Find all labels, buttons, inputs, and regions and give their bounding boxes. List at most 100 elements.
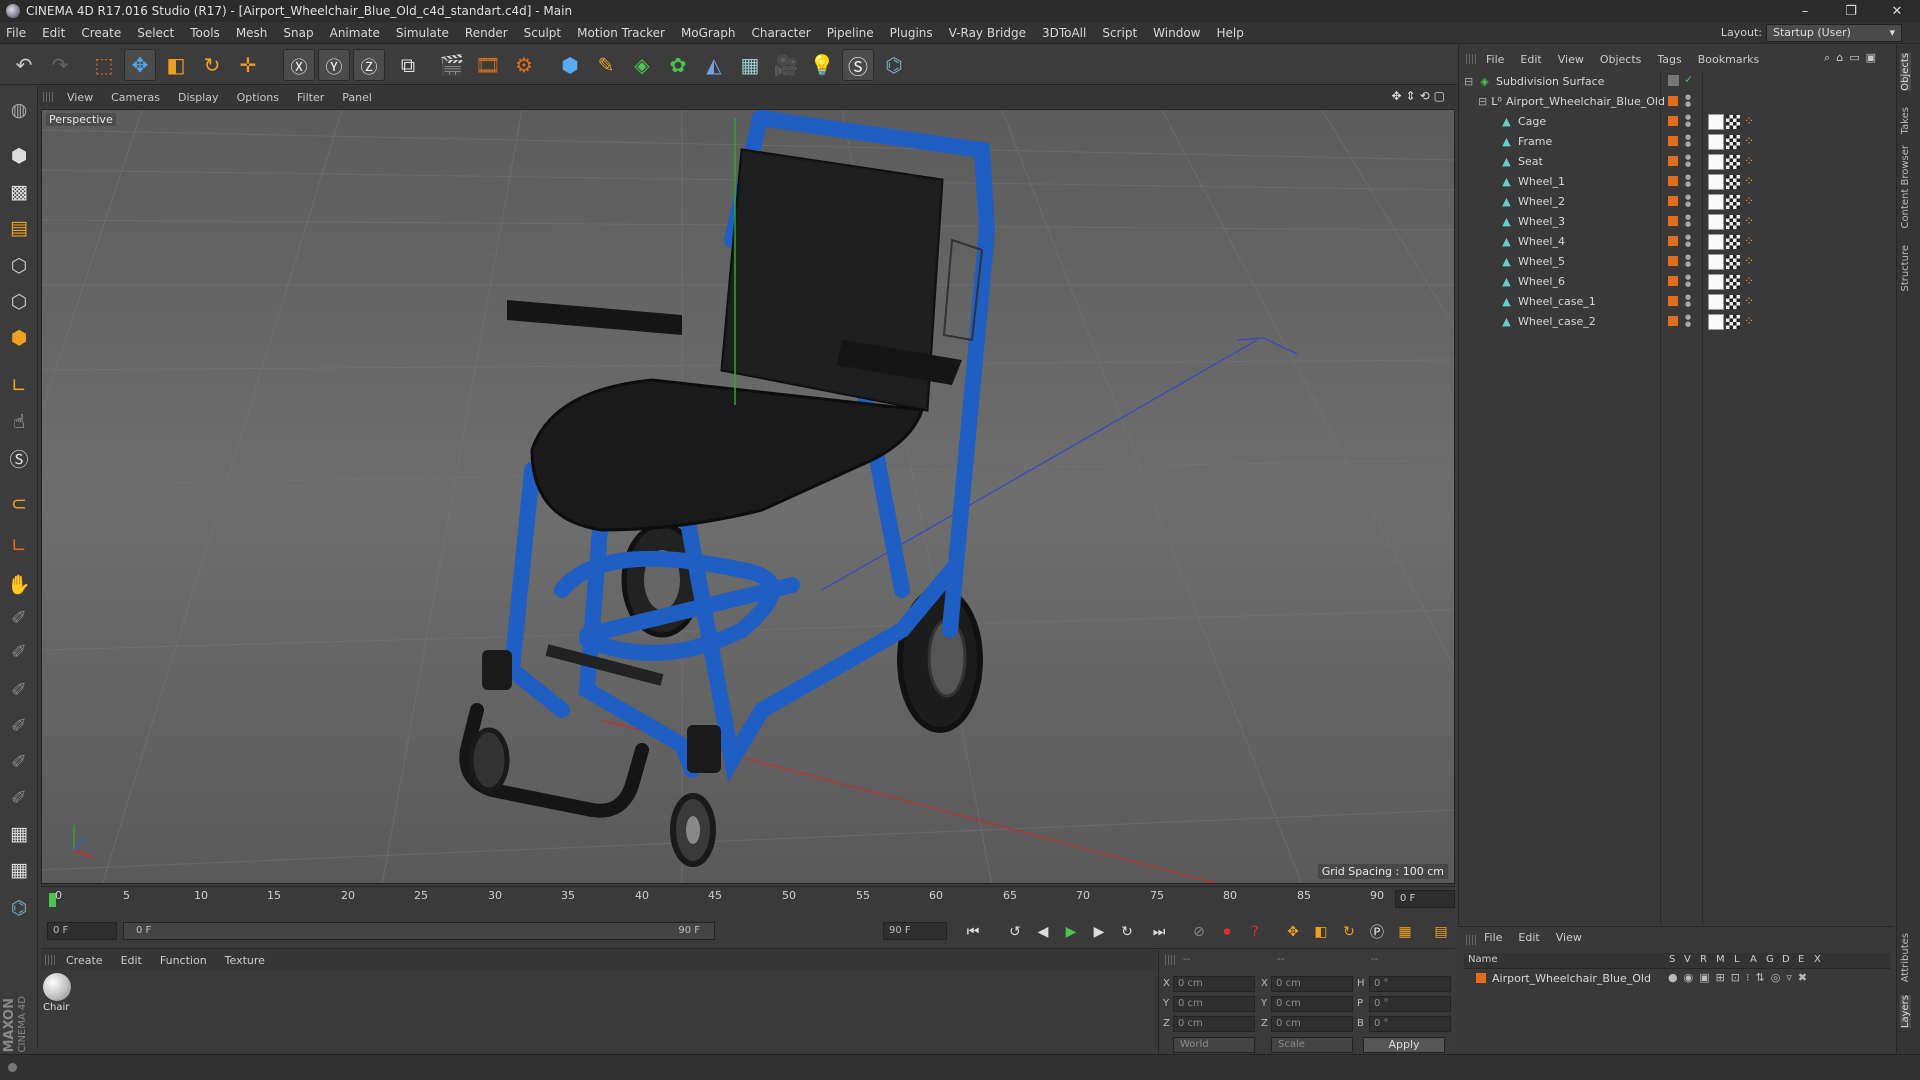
pen-spline-icon[interactable]: ✎: [590, 49, 622, 81]
om-menu-tags[interactable]: Tags: [1657, 53, 1681, 66]
column-name[interactable]: Name: [1468, 954, 1498, 965]
start-frame-field[interactable]: 0 F: [47, 922, 117, 940]
visibility-dots-icon[interactable]: ● ●: [1685, 314, 1691, 328]
visibility-dots-icon[interactable]: ● ●: [1685, 214, 1691, 228]
viewport-menu-options[interactable]: Options: [237, 91, 279, 104]
key-position-icon[interactable]: ✥: [1281, 920, 1305, 944]
timeline-ruler[interactable]: 0 5 10 15 20 25 30 35 40 45 50 55 60 65 …: [41, 886, 1455, 912]
visibility-dots-icon[interactable]: ● ●: [1685, 114, 1691, 128]
material-tag-icon[interactable]: ⁘: [1744, 174, 1754, 188]
minimize-button[interactable]: –: [1782, 0, 1828, 22]
column-render[interactable]: R: [1700, 954, 1707, 965]
menu-animate[interactable]: Animate: [330, 26, 380, 40]
light-icon[interactable]: 💡: [806, 49, 838, 81]
viewport-menu-display[interactable]: Display: [178, 91, 219, 104]
material-tag-icon[interactable]: ⁘: [1744, 154, 1754, 168]
close-button[interactable]: ✕: [1874, 0, 1920, 22]
y-axis-icon[interactable]: Ⓨ: [318, 49, 350, 81]
object-row-subdivision-surface[interactable]: ⊟ ◈ Subdivision Surface ✓: [1460, 72, 1896, 92]
menu-edit[interactable]: Edit: [42, 26, 65, 40]
layer-color-swatch[interactable]: [1668, 216, 1678, 226]
points-mode-icon[interactable]: ⬡: [3, 250, 35, 282]
coordinate-mode-dropdown[interactable]: World: [1173, 1037, 1255, 1053]
goto-end-icon[interactable]: ⏭: [1147, 920, 1171, 944]
menu-select[interactable]: Select: [137, 26, 174, 40]
key-param-icon[interactable]: Ⓟ: [1365, 920, 1389, 944]
visibility-dots-icon[interactable]: ● ●: [1685, 294, 1691, 308]
deformer-icon[interactable]: ◭: [698, 49, 730, 81]
make-editable-icon[interactable]: ◍: [3, 94, 35, 126]
lm-menu-view[interactable]: View: [1556, 931, 1582, 944]
lm-menu-edit[interactable]: Edit: [1518, 931, 1539, 944]
menu-help[interactable]: Help: [1216, 26, 1243, 40]
om-menu-edit[interactable]: Edit: [1520, 53, 1541, 66]
timeline-window-icon[interactable]: ▤: [1429, 920, 1453, 944]
phong-tag-icon[interactable]: [1708, 254, 1724, 270]
redo-icon[interactable]: ↷: [44, 49, 76, 81]
texture-tag-icon[interactable]: [1726, 115, 1740, 129]
rotation-h-field[interactable]: 0 °: [1369, 976, 1451, 992]
object-row-wheelchair[interactable]: ⊟ L⁰ Airport_Wheelchair_Blue_Old ● ●: [1460, 92, 1896, 112]
smooth-tool-icon[interactable]: ✐: [3, 782, 35, 814]
rotation-b-field[interactable]: 0 °: [1369, 1016, 1451, 1032]
panel-grip-icon[interactable]: [43, 92, 53, 102]
polygons-mode-icon[interactable]: ⬢: [3, 322, 35, 354]
viewport-camera-label[interactable]: Perspective: [46, 113, 116, 126]
frame-range-slider[interactable]: 0 F 90 F: [123, 922, 715, 940]
panel-grip-icon[interactable]: [45, 955, 55, 965]
column-manager[interactable]: M: [1716, 954, 1725, 965]
layer-row[interactable]: Airport_Wheelchair_Blue_Old ●◉▣⊞⊡⁝⇅◎▿✖: [1464, 970, 1890, 988]
object-row-wheel-3[interactable]: ▲ Wheel_3 ● ● ⁘: [1460, 212, 1896, 232]
phong-tag-icon[interactable]: [1708, 234, 1724, 250]
visibility-dots-icon[interactable]: ● ●: [1685, 134, 1691, 148]
material-tag-icon[interactable]: ⁘: [1744, 314, 1754, 328]
subdivision-surface-icon[interactable]: ◈: [626, 49, 658, 81]
phong-tag-icon[interactable]: [1708, 314, 1724, 330]
visibility-dots-icon[interactable]: ● ●: [1685, 234, 1691, 248]
restore-button[interactable]: ❐: [1828, 0, 1874, 22]
layer-color-swatch[interactable]: [1668, 196, 1678, 206]
size-x-field[interactable]: 0 cm: [1271, 976, 1353, 992]
x-axis-icon[interactable]: Ⓧ: [283, 49, 315, 81]
key-scale-icon[interactable]: ◧: [1309, 920, 1333, 944]
visibility-dots-icon[interactable]: ● ●: [1685, 94, 1691, 108]
model-mode-icon[interactable]: ⬢: [3, 140, 35, 172]
vray-icon[interactable]: Ⓢ: [842, 49, 874, 81]
position-z-field[interactable]: 0 cm: [1173, 1016, 1255, 1032]
brush-tool-icon[interactable]: ✋: [3, 568, 35, 600]
column-animation[interactable]: A: [1750, 954, 1757, 965]
tweak-mode-icon[interactable]: ☝: [3, 406, 35, 438]
om-search-home-icons[interactable]: ⌕⌂▭▣: [1824, 51, 1882, 65]
visibility-dots-icon[interactable]: ● ●: [1685, 154, 1691, 168]
record-icon[interactable]: ⏺: [1215, 920, 1239, 944]
play-icon[interactable]: ▶: [1059, 920, 1083, 944]
python-generator-icon[interactable]: ⌬: [3, 892, 35, 924]
auto-key-icon[interactable]: ?: [1243, 920, 1267, 944]
om-menu-view[interactable]: View: [1558, 53, 1584, 66]
column-generators[interactable]: G: [1766, 954, 1774, 965]
object-row-wheel-1[interactable]: ▲ Wheel_1 ● ● ⁘: [1460, 172, 1896, 192]
layer-color-swatch[interactable]: [1668, 256, 1678, 266]
perspective-viewport[interactable]: Perspective Grid Spacing : 100 cm: [41, 109, 1455, 884]
tab-objects[interactable]: Objects: [1900, 53, 1911, 91]
layer-color-swatch[interactable]: [1668, 136, 1678, 146]
material-menu-function[interactable]: Function: [160, 954, 207, 967]
phong-tag-icon[interactable]: [1708, 174, 1724, 190]
python-icon[interactable]: ⌬: [878, 49, 910, 81]
goto-start-icon[interactable]: ⏮: [961, 920, 985, 944]
prev-frame-icon[interactable]: ◀: [1031, 920, 1055, 944]
z-axis-icon[interactable]: Ⓩ: [353, 49, 385, 81]
panel-grip-icon[interactable]: [1165, 955, 1175, 965]
texture-tag-icon[interactable]: [1726, 215, 1740, 229]
next-frame-icon[interactable]: ▶: [1087, 920, 1111, 944]
pose-tool-icon[interactable]: ✐: [3, 602, 35, 634]
menu-mograph[interactable]: MoGraph: [681, 26, 736, 40]
menu-file[interactable]: File: [6, 26, 26, 40]
layer-color-swatch[interactable]: [1668, 96, 1678, 106]
om-menu-objects[interactable]: Objects: [1600, 53, 1642, 66]
object-row-wheel-2[interactable]: ▲ Wheel_2 ● ● ⁘: [1460, 192, 1896, 212]
phong-tag-icon[interactable]: [1708, 214, 1724, 230]
texture-tag-icon[interactable]: [1726, 275, 1740, 289]
column-solo[interactable]: S: [1669, 954, 1675, 965]
material-tag-icon[interactable]: ⁘: [1744, 134, 1754, 148]
